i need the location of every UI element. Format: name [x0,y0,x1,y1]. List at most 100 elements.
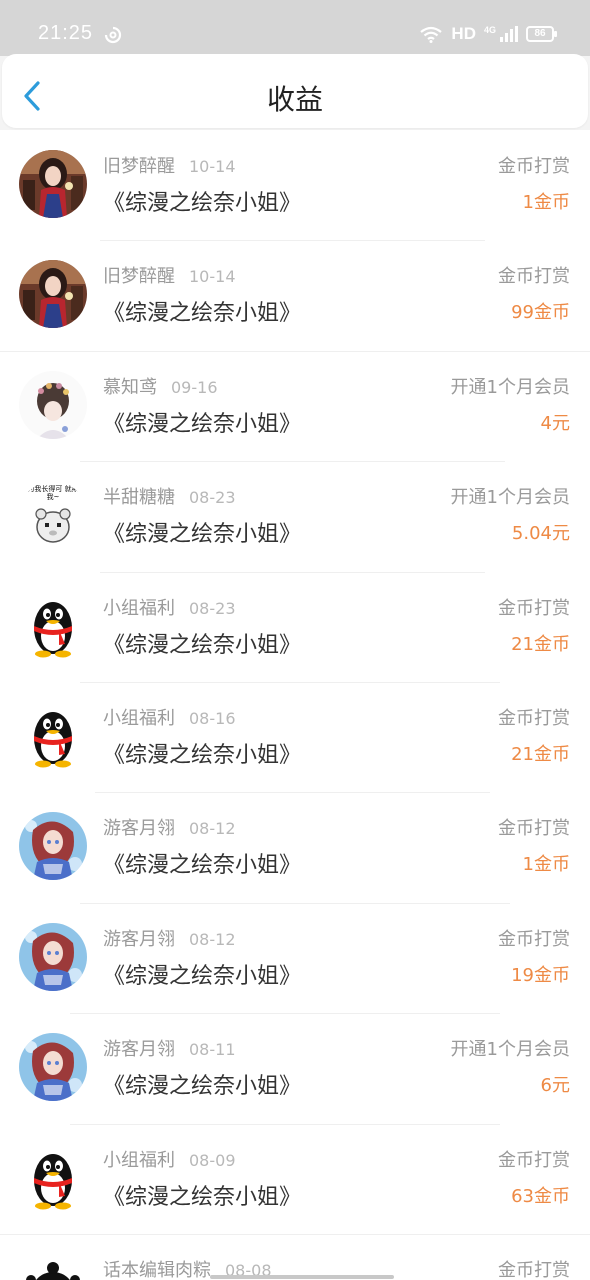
row-divider [80,681,500,683]
avatar[interactable] [19,812,87,880]
record-date: 10-14 [189,267,236,287]
avatar-image [19,1033,87,1101]
scroll-indicator[interactable] [210,1275,394,1279]
username-text: 小组福利 [103,1149,175,1171]
avatar[interactable] [19,1144,87,1212]
record-amount: 63金币 [511,1185,570,1207]
record-date: 08-23 [189,488,236,508]
username-text: 旧梦醉醒 [103,266,175,288]
avatar-image [19,1254,87,1280]
book-title: 《综漫之绘奈小姐》 [103,632,302,658]
record-date: 10-14 [189,157,236,176]
earnings-row[interactable]: 慕知鸢 09-16 《综漫之绘奈小姐》 开通1个月会员 4元 [0,350,590,461]
row-divider [70,1013,500,1015]
earnings-row[interactable]: 小组福利 08-16 《综漫之绘奈小姐》 金币打赏 21金币 [0,681,590,792]
username: 小组福利 08-23 [103,594,236,620]
earnings-row[interactable]: 话本编辑肉粽08-08 《综漫之绘奈小姐》 金币打赏 [0,1233,590,1280]
username: 小组福利 08-16 [103,704,236,730]
record-amount: 4元 [540,412,570,434]
record-type: 开通1个月会员 [450,1039,570,1061]
avatar-image [19,150,87,218]
username: 小组福利 08-09 [103,1146,236,1172]
book-title: 《综漫之绘奈小姐》 [103,742,302,768]
avatar-image [19,371,87,439]
earnings-row[interactable]: 小组福利 08-09 《综漫之绘奈小姐》 金币打赏 63金币 [0,1123,590,1234]
record-amount: 6元 [540,1075,570,1097]
record-date: 08-23 [189,598,236,618]
username-text: 旧梦醉醒 [103,156,175,177]
record-type: 金币打赏 [498,597,570,619]
record-date: 08-12 [189,929,236,949]
book-title: 《综漫之绘奈小姐》 [103,411,302,437]
earnings-row[interactable]: 游客月翎 08-12 《综漫之绘奈小姐》 金币打赏 1金币 [0,792,590,902]
record-date: 08-16 [189,708,236,728]
record-type: 开通1个月会员 [450,487,570,509]
username: 游客月翎 08-11 [103,1035,236,1061]
row-divider [80,902,510,904]
earnings-list: 旧梦醉醒 10-14 《综漫之绘奈小姐》 金币打赏 1金币 旧梦醉醒 10-14 《… [0,130,590,1280]
nav-header: 收益 [2,54,588,128]
avatar-image [19,1144,87,1212]
record-amount: 1金币 [522,192,570,213]
username-text: 游客月翎 [103,818,175,840]
username: 游客月翎 08-12 [103,925,236,951]
avatar[interactable] [19,702,87,770]
avatar[interactable] [19,1033,87,1101]
status-bar: 21:25 HD 4G 86 [0,0,590,56]
signal-type-label: 4G [483,25,496,35]
username-text: 游客月翎 [103,928,175,950]
avatar[interactable] [19,592,87,660]
row-divider [0,350,590,352]
signal-icon [500,26,518,42]
earnings-row[interactable]: 游客月翎 08-12 《综漫之绘奈小姐》 金币打赏 19金币 [0,902,590,1013]
earnings-row[interactable]: 旧梦醉醒 10-14 《综漫之绘奈小姐》 金币打赏 99金币 [0,240,590,350]
row-divider [100,571,485,573]
avatar[interactable]: 以为我长得可 就欺负我~ [19,481,87,549]
page-title: 收益 [266,83,323,116]
username: 旧梦醉醒 10-14 [103,262,236,288]
record-type: 金币打赏 [498,156,570,177]
avatar-caption: 以为我长得可 就欺负我~ [20,485,86,502]
avatar[interactable] [19,923,87,991]
wifi-icon [420,26,443,43]
earnings-row[interactable]: 以为我长得可 就欺负我~ 半甜糖糖 08-23 《综漫之绘奈小姐》 开通1个月会员… [0,461,590,571]
book-title: 《综漫之绘奈小姐》 [103,301,302,327]
record-type: 金币打赏 [498,1149,570,1171]
avatar-image [19,702,87,770]
record-amount: 99金币 [511,302,570,324]
username-text: 小组福利 [103,707,175,729]
record-type: 金币打赏 [498,928,570,950]
avatar[interactable] [19,371,87,439]
username-text: 慕知鸢 [103,376,157,398]
record-type: 金币打赏 [498,818,570,840]
book-title: 《综漫之绘奈小姐》 [103,191,302,216]
record-date: 08-12 [189,819,236,839]
username: 旧梦醉醒 10-14 [103,152,236,178]
record-type: 开通1个月会员 [450,376,570,398]
avatar-image [19,812,87,880]
earnings-row[interactable]: 小组福利 08-23 《综漫之绘奈小姐》 金币打赏 21金币 [0,571,590,682]
username: 半甜糖糖 08-23 [103,483,236,509]
row-divider [80,461,505,463]
row-divider [100,240,485,242]
battery-icon: 86 [526,26,557,42]
record-amount: 1金币 [522,854,570,876]
username-text: 半甜糖糖 [103,487,175,509]
avatar-image [19,923,87,991]
row-divider [70,1123,500,1125]
sync-icon [104,26,122,44]
book-title: 《综漫之绘奈小姐》 [103,1184,302,1210]
username-text: 话本编辑肉粽 [103,1259,211,1280]
earnings-row[interactable]: 游客月翎 08-11 《综漫之绘奈小姐》 开通1个月会员 6元 [0,1013,590,1123]
earnings-row[interactable]: 旧梦醉醒 10-14 《综漫之绘奈小姐》 金币打赏 1金币 [0,130,590,240]
record-amount: 5.04元 [511,523,570,545]
avatar[interactable] [19,150,87,218]
book-title: 《综漫之绘奈小姐》 [103,853,302,879]
avatar[interactable] [19,1254,87,1280]
record-amount: 19金币 [511,964,570,986]
record-date: 08-09 [189,1150,236,1170]
book-title: 《综漫之绘奈小姐》 [103,522,302,548]
username-text: 小组福利 [103,597,175,619]
record-amount: 21金币 [511,633,570,655]
avatar[interactable] [19,260,87,328]
